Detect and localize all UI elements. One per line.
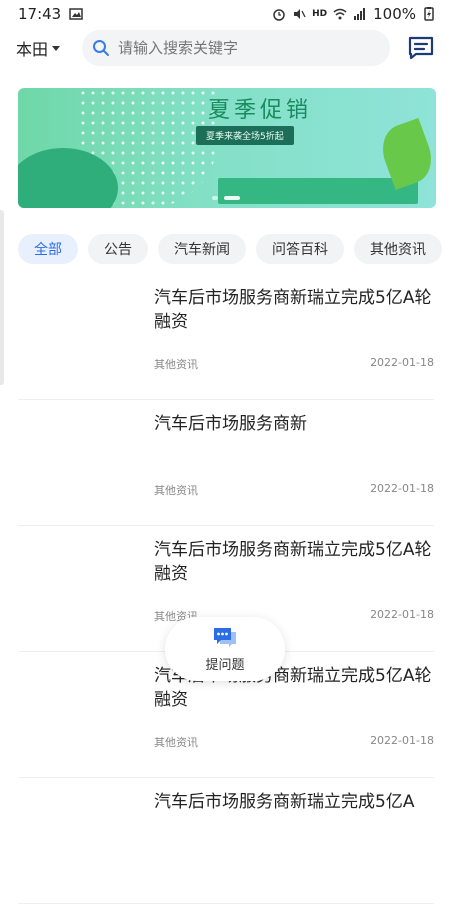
ask-question-button[interactable]: 提问题	[165, 617, 285, 681]
carousel-dot-active[interactable]	[224, 196, 240, 200]
chat-bubble-icon	[214, 627, 236, 647]
article-date: 2022-01-18	[370, 734, 434, 747]
alarm-icon	[273, 9, 285, 21]
article-thumbnail	[18, 662, 140, 758]
article-thumbnail	[18, 410, 140, 506]
promo-banner[interactable]: 夏季促销 夏季来袭全场5折起	[18, 88, 436, 208]
status-bar: 17:43 HD 100%	[0, 0, 450, 28]
battery-icon	[424, 7, 434, 21]
hd-badge: HD	[312, 9, 328, 19]
article-category: 其他资讯	[154, 358, 198, 371]
article-date: 2022-01-18	[370, 608, 434, 621]
article-title: 汽车后市场服务商新瑞立完成5亿A轮融资	[154, 540, 432, 584]
banner-stage	[218, 178, 418, 204]
article-title: 汽车后市场服务商新	[154, 414, 307, 434]
article-title: 汽车后市场服务商新瑞立完成5亿A	[154, 792, 415, 812]
mute-icon	[294, 9, 306, 19]
category-tabs: 全部 公告 汽车新闻 问答百科 其他资讯	[18, 234, 442, 264]
article-title: 汽车后市场服务商新瑞立完成5亿A轮融资	[154, 288, 432, 332]
article-list: 汽车后市场服务商新瑞立完成5亿A轮融资 其他资讯 2022-01-18 汽车后市…	[18, 274, 434, 904]
article-thumbnail	[18, 536, 140, 632]
status-time: 17:43	[18, 5, 62, 23]
article-thumbnail	[18, 788, 140, 884]
carousel-dot[interactable]	[212, 196, 218, 200]
article-category: 其他资讯	[154, 736, 198, 749]
message-icon	[408, 36, 434, 60]
search-input[interactable]	[116, 38, 360, 58]
search-icon	[93, 40, 109, 56]
search-bar[interactable]	[82, 30, 390, 66]
article-category: 其他资讯	[154, 484, 198, 497]
banner-title: 夏季促销	[208, 98, 313, 123]
wifi-icon	[333, 8, 347, 20]
chevron-down-icon	[52, 45, 61, 51]
city-selector[interactable]: 本田	[16, 36, 76, 60]
list-item[interactable]: 汽车后市场服务商新瑞立完成5亿A轮融资 其他资讯 2022-01-18	[18, 274, 434, 400]
city-label: 本田	[16, 40, 49, 59]
tab-car-news[interactable]: 汽车新闻	[158, 234, 246, 264]
signal-icon	[354, 8, 366, 20]
banner-subtitle: 夏季来袭全场5折起	[196, 126, 294, 145]
article-date: 2022-01-18	[370, 482, 434, 495]
tab-announcement[interactable]: 公告	[88, 234, 148, 264]
header: 本田	[0, 28, 450, 68]
tab-other[interactable]: 其他资讯	[354, 234, 442, 264]
message-button[interactable]	[406, 33, 436, 63]
ask-question-label: 提问题	[205, 657, 245, 673]
tab-qa[interactable]: 问答百科	[256, 234, 344, 264]
side-handle[interactable]	[0, 210, 4, 385]
article-thumbnail	[18, 284, 140, 380]
article-date: 2022-01-18	[370, 356, 434, 369]
list-item[interactable]: 汽车后市场服务商新 其他资讯 2022-01-18	[18, 400, 434, 526]
image-icon	[69, 8, 83, 20]
tab-all[interactable]: 全部	[18, 234, 78, 264]
battery-percent: 100%	[373, 5, 416, 23]
list-item[interactable]: 汽车后市场服务商新瑞立完成5亿A	[18, 778, 434, 904]
